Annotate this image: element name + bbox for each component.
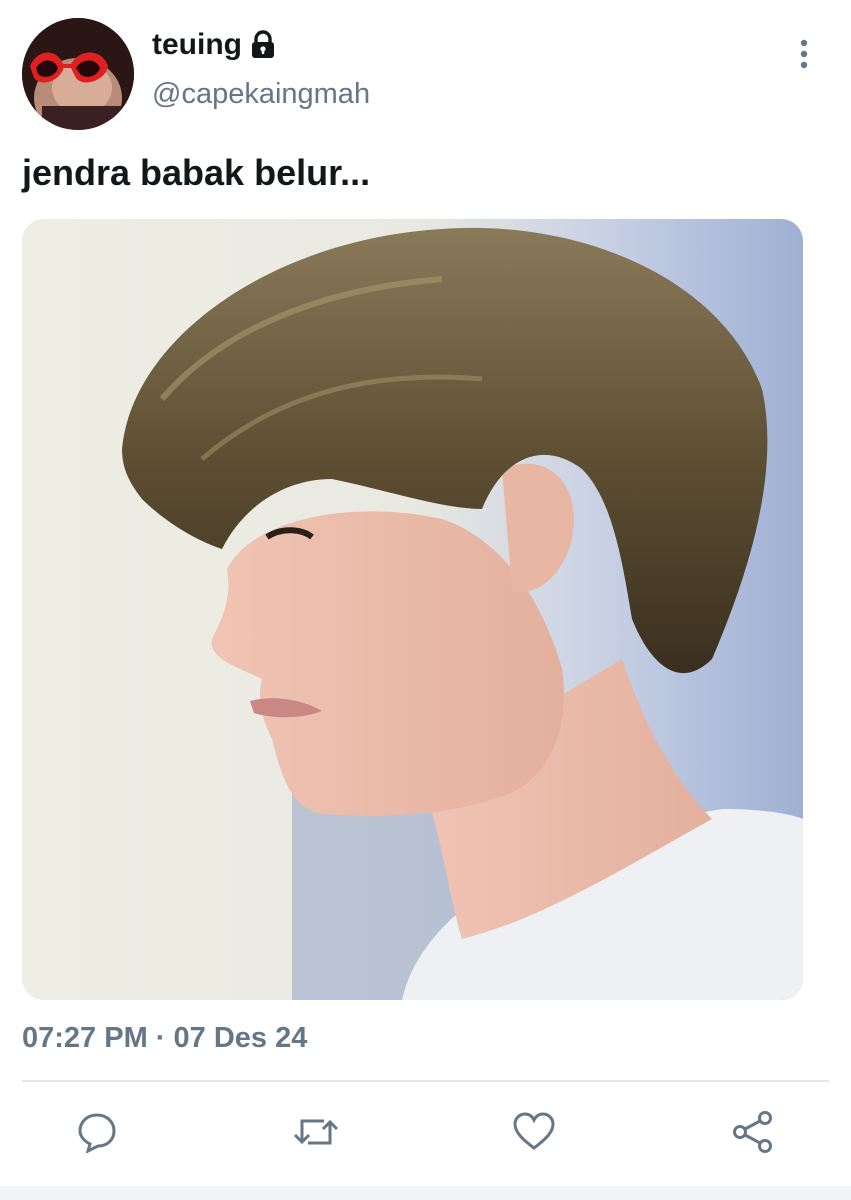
avatar[interactable] bbox=[22, 18, 134, 130]
display-name-row[interactable]: teuing bbox=[152, 30, 276, 60]
reply-button[interactable] bbox=[73, 1108, 121, 1156]
share-icon bbox=[733, 1111, 772, 1153]
retweet-icon bbox=[293, 1119, 339, 1145]
display-name[interactable]: teuing bbox=[152, 30, 242, 60]
reply-icon bbox=[78, 1113, 116, 1153]
tweet-timestamp[interactable]: 07:27 PM · 07 Des 24 bbox=[22, 1024, 307, 1053]
lock-icon bbox=[250, 30, 276, 60]
divider bbox=[22, 1080, 829, 1082]
user-handle[interactable]: @capekaingmah bbox=[152, 80, 370, 109]
avatar-image bbox=[22, 18, 134, 130]
tweet-text: jendra babak belur... bbox=[22, 152, 371, 193]
photo-image bbox=[22, 219, 803, 1000]
share-button[interactable] bbox=[729, 1108, 777, 1156]
more-vertical-icon bbox=[800, 39, 808, 69]
like-button[interactable] bbox=[510, 1108, 558, 1156]
tweet-media-photo[interactable] bbox=[22, 219, 803, 1000]
retweet-button[interactable] bbox=[292, 1108, 340, 1156]
bottom-edge bbox=[0, 1186, 851, 1200]
more-options-button[interactable] bbox=[786, 36, 822, 72]
like-icon bbox=[513, 1112, 555, 1150]
tweet-card: teuing @capekaingmah jendra babak belur.… bbox=[0, 0, 851, 1200]
action-bar bbox=[0, 1100, 851, 1164]
